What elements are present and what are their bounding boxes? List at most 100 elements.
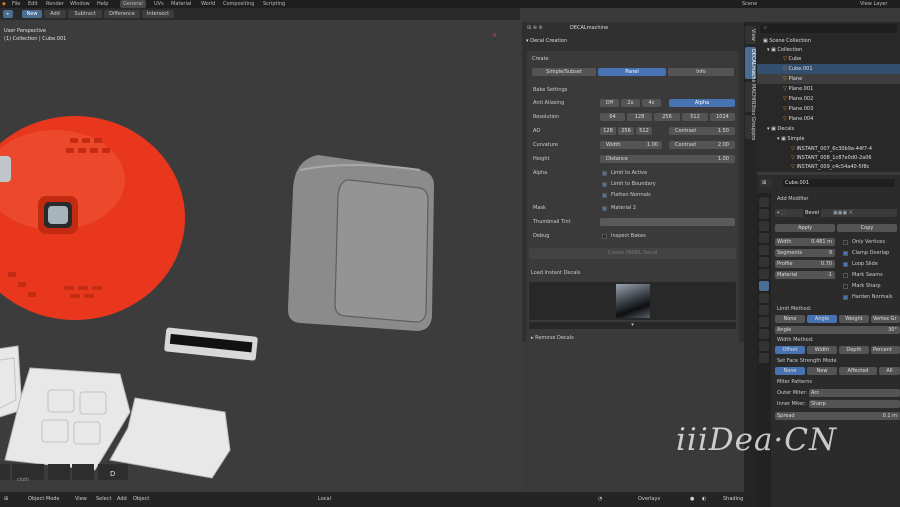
bevel-modifier-header[interactable]: ▾ ⬚ Bevel ▣▣▣ ⨉ (775, 209, 897, 217)
outliner-row-cube001[interactable]: ▽ Cube.001 (757, 64, 900, 74)
collapse-arrow-icon[interactable]: ▾ ⬚ (777, 210, 786, 216)
bevel-profile-field[interactable]: Profile 0.70 (775, 260, 835, 268)
aa-4x-button[interactable]: 4x (642, 99, 661, 107)
overlays-dropdown[interactable]: Overlays (638, 496, 660, 502)
tab-grouppro[interactable]: Grouppro (745, 115, 756, 140)
editor-type-icon[interactable]: ⊞ (4, 496, 8, 502)
instant-decal-thumbnail-area[interactable] (529, 282, 736, 320)
output-tab-icon[interactable] (759, 221, 769, 231)
apply-button[interactable]: Apply (775, 224, 835, 232)
mark-seams-checkbox[interactable] (843, 273, 848, 278)
inspect-bakes-checkbox[interactable] (602, 234, 607, 239)
texture-tab-icon[interactable] (759, 353, 769, 363)
width-depth-button[interactable]: Depth (839, 346, 869, 354)
thumbnail-tint-swatch[interactable] (600, 218, 735, 226)
res-256-button[interactable]: 256 (654, 113, 680, 121)
spread-field[interactable]: Spread 0.1 m (775, 412, 900, 420)
outliner-row-instant009[interactable]: ▽ INSTANT_009_c4c54a40-5f8c (757, 162, 900, 172)
height-distance-field[interactable]: Distance 1.00 (600, 155, 735, 163)
object-name-field[interactable]: Cube.001 (783, 179, 895, 187)
outliner-row-cube[interactable]: ▽ Cube (757, 54, 900, 64)
shading-material-icon[interactable]: ◐ (702, 496, 706, 502)
material-2-checkbox[interactable] (602, 206, 607, 211)
decal-creation-header[interactable]: ▾ Decal Creation (526, 38, 567, 44)
face-new-button[interactable]: New (807, 367, 837, 375)
res-1024-button[interactable]: 1024 (710, 113, 735, 121)
bevel-width-field[interactable]: Width 0.481 m (775, 238, 835, 246)
outer-miter-dropdown[interactable]: Arc (809, 389, 900, 397)
outliner-row-plane[interactable]: ▽ Plane (757, 74, 900, 84)
outliner-row-plane004[interactable]: ▽ Plane.004 (757, 114, 900, 124)
width-percent-button[interactable]: Percent (871, 346, 900, 354)
loop-slide-checkbox[interactable] (843, 262, 848, 267)
harden-normals-checkbox[interactable] (843, 295, 848, 300)
modifier-wrench-icon[interactable] (759, 281, 769, 291)
clamp-overlap-checkbox[interactable] (843, 251, 848, 256)
constraints-tab-icon[interactable] (759, 317, 769, 327)
res-128-button[interactable]: 128 (627, 113, 652, 121)
menu-render[interactable]: Render (46, 0, 64, 8)
menu-window[interactable]: Window (70, 0, 90, 8)
menu-add[interactable]: Add (117, 496, 127, 502)
face-affected-button[interactable]: Affected (839, 367, 877, 375)
outliner-row-plane001[interactable]: ▽ Plane.001 (757, 84, 900, 94)
render-tab-icon[interactable] (759, 209, 769, 219)
limit-angle-button[interactable]: Angle (807, 315, 837, 323)
subtract-button[interactable]: Subtract (68, 10, 102, 18)
outliner-search-input[interactable]: ⌕ (760, 24, 897, 33)
modifier-name-field[interactable]: Bevel (803, 209, 821, 217)
limit-to-boundary-checkbox[interactable] (602, 182, 607, 187)
face-all-button[interactable]: All (879, 367, 900, 375)
ao-128-button[interactable]: 128 (600, 127, 616, 135)
menu-help[interactable]: Help (97, 0, 108, 8)
properties-editor-icon[interactable]: ⊞ (760, 179, 772, 187)
add-button[interactable]: Add (44, 10, 66, 18)
limit-none-button[interactable]: None (775, 315, 805, 323)
tab-info[interactable]: Info (668, 68, 734, 76)
tab-machin3tools[interactable]: MACHIN3tools (745, 82, 756, 119)
3d-viewport[interactable]: User Perspective (1) Collection | Cube.0… (0, 20, 522, 492)
ao-512-button[interactable]: 512 (636, 127, 652, 135)
flatten-normals-checkbox[interactable] (602, 193, 607, 198)
outliner-row-plane003[interactable]: ▽ Plane.003 (757, 104, 900, 114)
outliner-row-plane002[interactable]: ▽ Plane.002 (757, 94, 900, 104)
menu-file[interactable]: File (12, 0, 20, 8)
decal-scroll-button[interactable]: ▾ (529, 322, 736, 329)
difference-button[interactable]: Difference (104, 10, 140, 18)
world-tab-icon[interactable] (759, 257, 769, 267)
bevel-segments-field[interactable]: Segments 9 (775, 249, 835, 257)
scene-label[interactable]: Scene (742, 0, 757, 8)
transform-orientation-dropdown[interactable]: Local (318, 496, 331, 502)
bevel-material-field[interactable]: Material -1 (775, 271, 835, 279)
width-width-button[interactable]: Width (807, 346, 837, 354)
mark-sharp-checkbox[interactable] (843, 284, 848, 289)
scene-tab-icon[interactable] (759, 245, 769, 255)
curvature-width-field[interactable]: Width 1.00 (600, 141, 662, 149)
aa-off-button[interactable]: Off (600, 99, 619, 107)
ao-256-button[interactable]: 256 (618, 127, 634, 135)
aa-2x-button[interactable]: 2x (621, 99, 640, 107)
add-modifier-dropdown[interactable]: Add Modifier (777, 196, 809, 202)
view-layer-tab-icon[interactable] (759, 233, 769, 243)
aa-alpha-button[interactable]: Alpha (669, 99, 735, 107)
limit-weight-button[interactable]: Weight (839, 315, 869, 323)
outliner-row-simple[interactable]: ▾ ▣ Simple (757, 134, 900, 144)
intersect-button[interactable]: Intersect (142, 10, 174, 18)
panel-tool-icons[interactable]: ⊞ ⊕ ⚙ (527, 25, 543, 31)
menu-select[interactable]: Select (96, 496, 111, 502)
new-button[interactable]: New (22, 10, 42, 18)
outliner-row-decals[interactable]: ▾ ▣ Decals (757, 124, 900, 134)
blender-logo-icon[interactable]: ◆ (2, 0, 6, 8)
menu-object[interactable]: Object (133, 496, 149, 502)
limit-to-active-checkbox[interactable] (602, 171, 607, 176)
object-tab-icon[interactable] (759, 269, 769, 279)
res-512-button[interactable]: 512 (682, 113, 708, 121)
menu-view[interactable]: View (75, 496, 87, 502)
tab-material[interactable]: Material (168, 0, 194, 8)
decal-thumbnail-image[interactable] (616, 284, 650, 318)
inner-miter-dropdown[interactable]: Sharp (809, 400, 900, 408)
ao-contrast-field[interactable]: Contrast 1.50 (669, 127, 735, 135)
width-offset-button[interactable]: Offset (775, 346, 805, 354)
angle-field[interactable]: Angle 30° (775, 326, 900, 334)
viewport-gizmo-icon[interactable]: ◔ (598, 496, 602, 502)
